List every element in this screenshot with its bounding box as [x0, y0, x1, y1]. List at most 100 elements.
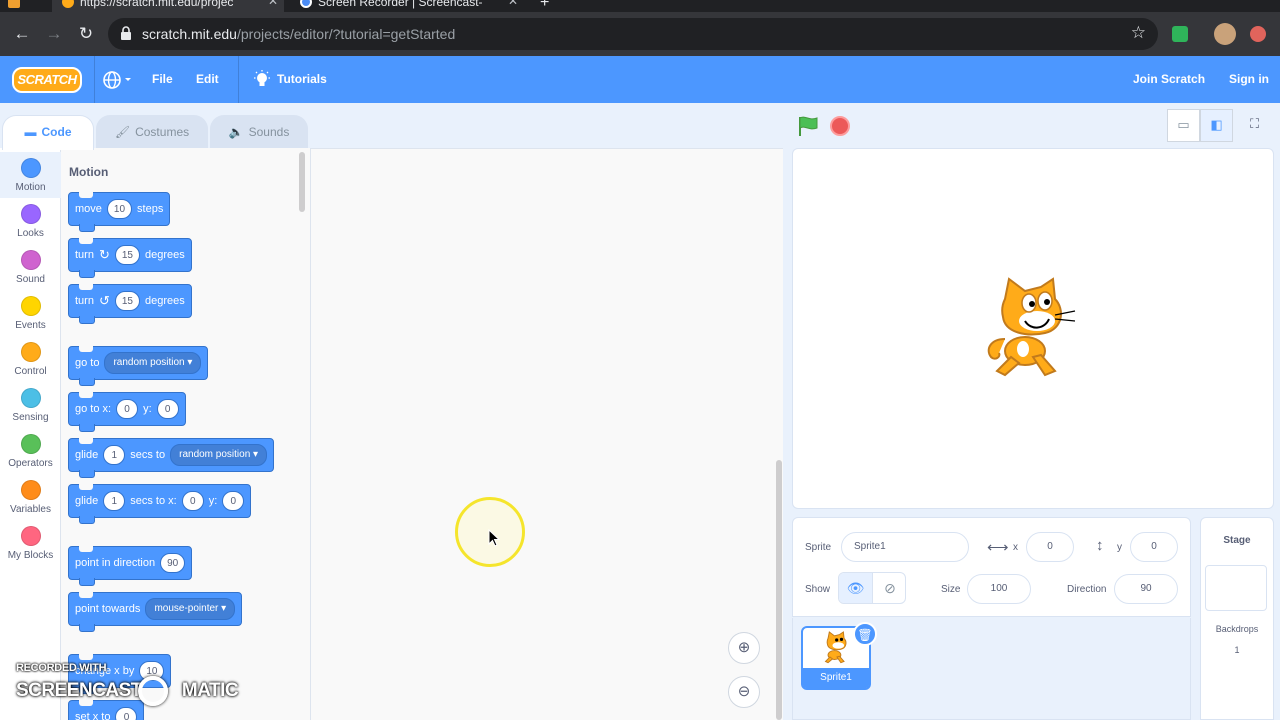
- normal-stage-button[interactable]: ◧: [1200, 109, 1233, 142]
- green-flag-icon[interactable]: [797, 115, 819, 137]
- tab-scratch[interactable]: https://scratch.mit.edu/projec ✕: [52, 0, 284, 12]
- block-turn-right[interactable]: turn ↻ 15 degrees: [68, 238, 192, 278]
- category-motion[interactable]: Motion: [0, 152, 61, 198]
- block-text: turn: [75, 295, 94, 307]
- profile-avatar[interactable]: [1214, 23, 1236, 45]
- block-text: steps: [137, 203, 164, 215]
- close-tab-icon[interactable]: ✕: [508, 0, 518, 10]
- script-area[interactable]: [311, 148, 783, 720]
- block-number-input[interactable]: 0: [115, 707, 138, 720]
- tab-screencast[interactable]: Screen Recorder | Screencast- ✕: [292, 0, 524, 12]
- y-position-input[interactable]: 0: [1130, 532, 1178, 562]
- eye-icon: 👁: [846, 580, 865, 596]
- extension-icon[interactable]: [1172, 26, 1188, 42]
- block-number-input[interactable]: 15: [114, 245, 140, 265]
- sprite-name-input[interactable]: Sprite1: [841, 532, 969, 562]
- category-label: Control: [14, 366, 47, 377]
- forward-icon[interactable]: →: [42, 22, 66, 46]
- zoom-in-button[interactable]: ⊕: [728, 632, 760, 664]
- block-number-input[interactable]: 0: [156, 399, 179, 419]
- scratch-logo[interactable]: SCRATCH: [12, 67, 82, 93]
- sign-in-button[interactable]: Sign in: [1229, 72, 1269, 86]
- block-text: go to x:: [75, 403, 112, 415]
- address-bar[interactable]: scratch.mit.edu/projects/editor/?tutoria…: [108, 18, 1158, 50]
- block-move-steps[interactable]: move 10 steps: [68, 192, 171, 232]
- stage-canvas[interactable]: [792, 148, 1274, 509]
- stage-thumbnail[interactable]: [1205, 565, 1267, 611]
- language-globe-icon[interactable]: [103, 70, 133, 90]
- block-point-towards[interactable]: point towards mouse-pointer ▾: [68, 592, 243, 632]
- url-path: /projects/editor/?tutorial=getStarted: [236, 26, 456, 42]
- category-operators[interactable]: Operators: [0, 428, 61, 474]
- block-go-to-xy[interactable]: go to x: 0 y: 0: [68, 392, 186, 432]
- reload-icon[interactable]: ↻: [74, 22, 98, 46]
- category-label: Sound: [16, 274, 45, 285]
- hide-sprite-button[interactable]: ⊘: [873, 573, 905, 603]
- tutorials-button[interactable]: Tutorials: [277, 72, 327, 86]
- stage-selector[interactable]: Stage: [1200, 517, 1274, 720]
- block-point-in-direction[interactable]: point in direction 90: [68, 546, 193, 586]
- delete-sprite-button[interactable]: 🗑: [853, 622, 877, 646]
- dropdown-arrow-icon: ▾: [253, 449, 259, 460]
- edit-menu[interactable]: Edit: [196, 72, 219, 86]
- block-text: glide: [75, 495, 99, 507]
- dropdown-value: mouse-pointer: [154, 603, 219, 614]
- small-stage-button[interactable]: ▭: [1167, 109, 1200, 142]
- script-area-scrollbar[interactable]: [776, 460, 782, 720]
- url-domain: scratch.mit.edu: [142, 26, 237, 42]
- block-text: degrees: [145, 295, 185, 307]
- category-sound[interactable]: Sound: [0, 244, 61, 290]
- block-text: glide: [75, 449, 99, 461]
- block-go-to[interactable]: go to random position ▾: [68, 346, 209, 386]
- tab-code[interactable]: ▬ Code: [2, 115, 94, 150]
- block-number-input[interactable]: 90: [160, 553, 186, 573]
- block-number-input[interactable]: 0: [181, 491, 204, 511]
- screencast-extension-icon[interactable]: [1250, 26, 1266, 42]
- backdrops-label: Backdrops: [1215, 624, 1259, 634]
- category-events[interactable]: Events: [0, 290, 61, 336]
- fullscreen-button[interactable]: ⛶: [1238, 109, 1271, 142]
- pinned-tab[interactable]: [8, 0, 28, 12]
- bookmark-star-icon[interactable]: ☆: [1131, 23, 1146, 43]
- rotate-clockwise-icon: ↻: [98, 247, 110, 262]
- tab-sounds[interactable]: 🔈 Sounds: [210, 115, 308, 149]
- show-sprite-button[interactable]: 👁: [839, 573, 873, 603]
- events-dot-icon: [20, 296, 41, 316]
- block-glide-to-xy[interactable]: glide 1 secs to x: 0 y: 0: [68, 484, 252, 524]
- close-tab-icon[interactable]: ✕: [268, 0, 278, 10]
- join-scratch-button[interactable]: Join Scratch: [1133, 72, 1205, 86]
- cat-sprite[interactable]: [983, 277, 1083, 381]
- tab-costumes[interactable]: 🖌 Costumes: [96, 115, 208, 149]
- size-input[interactable]: 100: [967, 574, 1031, 604]
- looks-dot-icon: [20, 204, 41, 224]
- block-number-input[interactable]: 0: [222, 491, 245, 511]
- category-my-blocks[interactable]: My Blocks: [0, 520, 61, 566]
- block-number-input[interactable]: 1: [103, 445, 126, 465]
- block-number-input[interactable]: 10: [106, 199, 133, 219]
- category-looks[interactable]: Looks: [0, 198, 61, 244]
- block-dropdown[interactable]: random position ▾: [170, 444, 268, 466]
- file-menu[interactable]: File: [152, 72, 173, 86]
- back-icon[interactable]: ←: [10, 22, 34, 46]
- palette-scrollbar[interactable]: [299, 152, 305, 212]
- category-control[interactable]: Control: [0, 336, 61, 382]
- block-set-x[interactable]: set x to 0: [68, 700, 145, 720]
- block-number-input[interactable]: 15: [114, 291, 140, 311]
- new-tab-icon[interactable]: +: [540, 0, 549, 12]
- block-number-input[interactable]: 1: [103, 491, 126, 511]
- block-glide-to[interactable]: glide 1 secs to random position ▾: [68, 438, 275, 478]
- stop-icon[interactable]: [830, 116, 850, 136]
- block-number-input[interactable]: 0: [116, 399, 139, 419]
- category-sensing[interactable]: Sensing: [0, 382, 61, 428]
- block-text: secs to x:: [130, 495, 177, 507]
- block-dropdown[interactable]: random position ▾: [104, 352, 202, 374]
- block-turn-left[interactable]: turn ↺ 15 degrees: [68, 284, 192, 324]
- x-position-input[interactable]: 0: [1026, 532, 1074, 562]
- block-dropdown[interactable]: mouse-pointer ▾: [145, 598, 236, 620]
- screencast-favicon-icon: [300, 0, 312, 8]
- category-variables[interactable]: Variables: [0, 474, 61, 520]
- direction-input[interactable]: 90: [1114, 574, 1178, 604]
- tab-code-label: Code: [41, 125, 72, 139]
- zoom-out-button[interactable]: ⊖: [728, 676, 760, 708]
- zoom-in-icon: ⊕: [737, 639, 751, 656]
